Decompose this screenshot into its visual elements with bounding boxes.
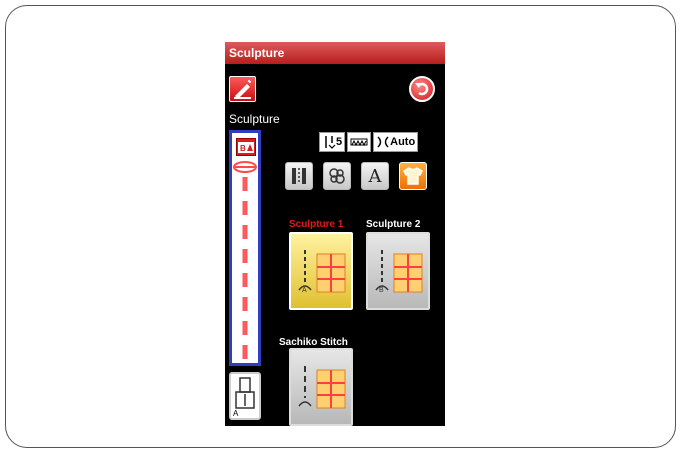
decorative-mode-button[interactable] (323, 162, 351, 190)
edit-pen-button[interactable] (229, 76, 256, 102)
ab-pattern-button[interactable]: B (236, 138, 256, 156)
tension-icon (377, 136, 389, 148)
svg-text:B: B (379, 287, 384, 294)
utility-stitch-icon (292, 168, 306, 184)
pattern-label-sachiko-stitch: Sachiko Stitch (279, 337, 348, 348)
feed-dog-indicator[interactable] (347, 132, 372, 152)
decorative-stitch-icon (329, 168, 345, 184)
sculpture-mode-button[interactable] (399, 162, 427, 190)
pattern-label-sculpture-2: Sculpture 2 (366, 219, 421, 230)
foot-letter: A (233, 409, 239, 418)
presser-foot-button[interactable]: A (229, 372, 261, 420)
svg-text:B: B (240, 144, 246, 153)
stitch-length-value: 5 (336, 136, 343, 148)
svg-text:A: A (302, 287, 307, 294)
letter-mode-button[interactable]: A (361, 162, 389, 190)
ab-icon: B (238, 142, 254, 153)
lcd-screen: Sculpture Sculpture B A 5 Auto A Sculptu… (225, 42, 445, 426)
pattern-button-sculpture-1[interactable]: A (289, 232, 353, 310)
stitch-preview-panel: B (229, 130, 261, 366)
title-bar: Sculpture (225, 42, 445, 64)
pattern-button-sachiko-stitch[interactable] (289, 348, 353, 426)
sculpture-stitch-icon: A (298, 250, 346, 294)
presser-foot-line-icon (233, 161, 257, 365)
feed-dog-icon (350, 138, 368, 147)
utility-mode-button[interactable] (285, 162, 313, 190)
pattern-button-sculpture-2[interactable]: B (366, 232, 430, 310)
letter-a-icon: A (368, 165, 382, 187)
presser-foot-icon: A (233, 377, 255, 418)
tension-indicator[interactable]: Auto (373, 132, 419, 152)
sculpture-stitch-icon: B (375, 250, 423, 294)
pattern-label-sculpture-1: Sculpture 1 (289, 219, 344, 230)
tension-value: Auto (390, 136, 416, 148)
pen-icon (234, 79, 252, 99)
document-frame: Sculpture Sculpture B A 5 Auto A Sculptu… (5, 5, 676, 448)
stitch-length-icon (325, 136, 336, 149)
back-button[interactable] (409, 76, 435, 102)
mode-button-row: A (285, 162, 427, 190)
stitch-settings-indicators: 5 Auto (319, 132, 419, 152)
return-arrow-icon (415, 82, 429, 96)
shirt-icon (403, 167, 423, 185)
sachiko-stitch-icon (298, 366, 346, 409)
stitch-length-indicator[interactable]: 5 (319, 132, 346, 152)
pattern-category-heading: Sculpture (229, 112, 280, 126)
